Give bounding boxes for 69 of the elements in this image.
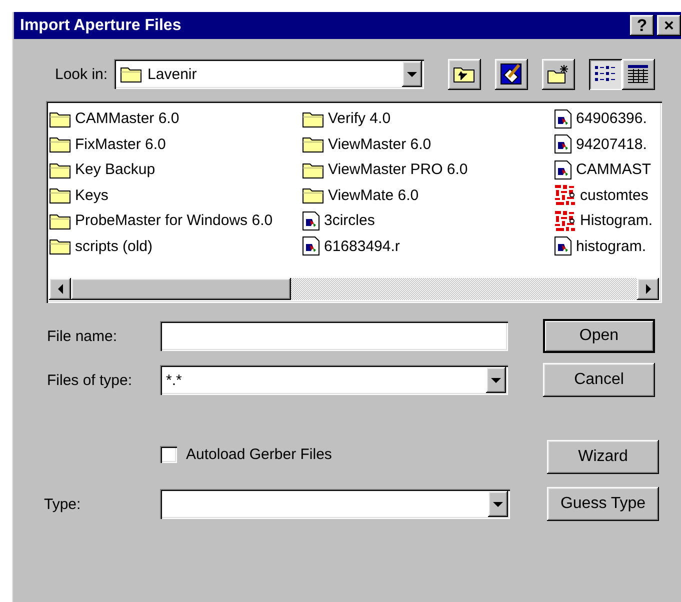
look-in-label: Look in: [55, 66, 108, 82]
file-item[interactable]: 64906396. [576, 110, 647, 128]
files-of-type-dropdown[interactable]: *.* [160, 365, 508, 395]
help-button[interactable]: ? [630, 15, 654, 36]
dropdown-button[interactable] [486, 367, 506, 393]
file-item[interactable]: 94207418. [576, 136, 647, 153]
document-icon [302, 210, 320, 231]
open-button[interactable]: Open [543, 319, 655, 353]
folder-icon [49, 110, 71, 128]
file-item[interactable]: 3circles [324, 212, 375, 230]
desktop-button[interactable] [494, 58, 528, 90]
file-item[interactable]: 61683494.r [324, 238, 400, 255]
desktop-icon [500, 63, 522, 85]
folder-icon [302, 186, 324, 204]
cancel-button[interactable]: Cancel [543, 363, 655, 397]
new-folder-button[interactable] [542, 58, 575, 90]
pattern-icon [554, 210, 576, 232]
up-folder-icon [453, 65, 476, 83]
details-view-icon [627, 64, 650, 84]
file-name-label: File name: [47, 328, 118, 344]
file-item[interactable]: Verify 4.0 [328, 110, 391, 128]
document-icon [554, 160, 572, 180]
look-in-dropdown[interactable]: Lavenir [114, 59, 424, 89]
type-dropdown[interactable] [160, 489, 510, 519]
file-item[interactable]: CAMMaster 6.0 [75, 110, 180, 128]
file-item[interactable]: Histogram. [580, 212, 653, 230]
dropdown-button[interactable] [488, 491, 508, 517]
folder-icon [49, 212, 71, 230]
file-item[interactable]: ViewMaster PRO 6.0 [328, 161, 468, 178]
file-item[interactable]: Key Backup [75, 161, 156, 178]
file-name-field[interactable] [160, 321, 508, 351]
folder-icon [49, 186, 71, 204]
file-item[interactable]: customtes [580, 186, 648, 204]
folder-icon [302, 110, 324, 128]
autoload-label: Autoload Gerber Files [186, 446, 332, 463]
wizard-button[interactable]: Wizard [547, 440, 659, 474]
files-of-type-label: Files of type: [47, 372, 134, 388]
window-title: Import Aperture Files [20, 16, 182, 34]
file-item[interactable]: scripts (old) [75, 238, 153, 255]
file-item[interactable]: ViewMate 6.0 [328, 186, 419, 204]
folder-icon [49, 160, 71, 179]
list-view-button[interactable] [588, 58, 622, 90]
new-folder-icon [547, 64, 570, 84]
type-label: Type: [44, 496, 82, 512]
folder-icon [302, 160, 324, 179]
close-button[interactable]: × [657, 15, 681, 36]
document-icon [554, 108, 572, 129]
files-of-type-value: *.* [166, 372, 182, 388]
list-view-icon [594, 64, 616, 84]
up-folder-button[interactable] [448, 58, 481, 90]
folder-icon [120, 65, 142, 83]
folder-icon [302, 135, 324, 154]
guess-type-button[interactable]: Guess Type [547, 487, 659, 521]
file-item[interactable]: ProbeMaster for Windows 6.0 [75, 212, 273, 230]
file-item[interactable]: FixMaster 6.0 [75, 136, 166, 153]
pattern-icon [554, 184, 576, 206]
folder-icon [49, 135, 71, 154]
file-item[interactable]: histogram. [576, 238, 646, 255]
file-item[interactable]: Keys [75, 186, 108, 204]
document-icon [554, 134, 572, 154]
document-icon [554, 236, 572, 256]
autoload-checkbox[interactable] [160, 446, 177, 463]
dropdown-button[interactable] [402, 61, 422, 87]
details-view-button[interactable] [622, 58, 655, 90]
horizontal-scrollbar[interactable] [49, 278, 659, 300]
folder-icon [49, 237, 71, 256]
document-icon [302, 236, 320, 256]
file-item[interactable]: CAMMAST [576, 161, 651, 178]
file-item[interactable]: ViewMaster 6.0 [328, 136, 432, 153]
